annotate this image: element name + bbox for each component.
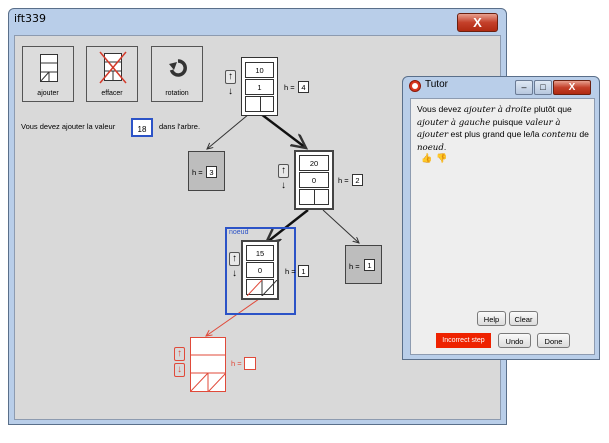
right-leaf-height-value: 1 <box>364 259 375 271</box>
focus-height-label: h = <box>285 267 296 276</box>
edge-root-right <box>260 113 306 148</box>
root-balance: 1 <box>245 79 274 95</box>
help-button[interactable]: Help <box>477 311 506 326</box>
tutor-message-emphasis: ajouter à gauche <box>417 117 491 128</box>
tutor-message-text: de <box>576 129 589 139</box>
right-children-cell <box>299 189 329 205</box>
right-leaf-height-label: h = <box>349 262 360 271</box>
rotate-down-icon[interactable]: ↓ <box>278 180 289 194</box>
focus-rotate-controls: ↑ ↓ <box>229 252 240 283</box>
tutor-window-title: Tutor <box>425 79 448 90</box>
rotate-up-icon[interactable]: ↑ <box>174 347 185 361</box>
right-balance: 0 <box>299 172 329 188</box>
rotate-down-icon[interactable]: ↓ <box>229 268 240 282</box>
right-node[interactable]: 20 0 <box>294 150 334 210</box>
focus-balance: 0 <box>246 262 274 278</box>
tutor-message-emphasis: ajouter à droite <box>463 105 532 115</box>
status-indicator: Incorrect step <box>436 333 491 348</box>
left-leaf-height-value: 3 <box>206 166 217 178</box>
tutor-message: Vous devez ajouter à droite plutôt que a… <box>417 104 591 154</box>
root-node[interactable]: 10 1 <box>241 57 278 116</box>
rotate-up-icon[interactable]: ↑ <box>229 252 240 266</box>
tutor-maximize-button[interactable]: □ <box>534 80 552 95</box>
root-children-cell <box>245 96 274 112</box>
new-node-rotate-controls: ↑ ↓ <box>174 347 185 378</box>
tutor-message-text: plutôt que <box>531 104 572 114</box>
thumbs-down-icon[interactable]: 👎 <box>436 153 447 164</box>
tutor-message-text: Vous devez <box>417 104 464 114</box>
focus-node[interactable]: 15 0 <box>241 240 279 300</box>
tutor-close-button[interactable]: X <box>553 80 591 95</box>
left-subtree-leaf[interactable]: h = 3 <box>188 151 225 191</box>
done-button[interactable]: Done <box>537 333 570 348</box>
edge-right-right <box>322 209 359 243</box>
tutor-message-emphasis: noeud <box>417 142 444 153</box>
undo-button[interactable]: Undo <box>498 333 531 348</box>
tutor-message-text: est plus grand que le/la <box>448 129 542 139</box>
rotate-up-icon[interactable]: ↑ <box>278 164 289 178</box>
root-value: 10 <box>245 62 274 78</box>
tutor-message-text: puisque <box>490 116 526 127</box>
root-height-value: 4 <box>298 81 309 93</box>
right-subtree-leaf[interactable]: h = 1 <box>345 245 382 284</box>
rotate-down-icon[interactable]: ↓ <box>225 86 236 100</box>
new-node-height-value[interactable] <box>244 357 256 370</box>
thumbs-up-icon[interactable]: 👍 <box>421 153 432 164</box>
focus-value: 15 <box>246 245 274 261</box>
clear-button[interactable]: Clear <box>509 311 538 326</box>
current-node-tag: noeud <box>229 229 249 236</box>
focus-height-value: 1 <box>298 265 309 277</box>
right-rotate-controls: ↑ ↓ <box>278 164 289 195</box>
root-rotate-controls: ↑ ↓ <box>225 70 236 101</box>
right-height-value: 2 <box>352 174 363 186</box>
right-height-label: h = <box>338 176 349 185</box>
rotate-up-icon[interactable]: ↑ <box>225 70 236 84</box>
new-node-height-label: h = <box>231 359 242 368</box>
tutor-message-text: . <box>443 141 447 152</box>
new-node[interactable] <box>190 337 226 392</box>
tutor-minimize-button[interactable]: – <box>515 80 533 95</box>
right-value: 20 <box>299 155 329 171</box>
focus-children-cell <box>246 279 277 296</box>
rotate-down-icon[interactable]: ↓ <box>174 363 185 377</box>
left-leaf-height-label: h = <box>192 168 203 177</box>
tutor-message-emphasis: contenu <box>541 130 577 140</box>
root-height-label: h = <box>284 83 295 92</box>
edge-root-left <box>207 113 250 149</box>
tutor-app-icon <box>409 80 421 92</box>
